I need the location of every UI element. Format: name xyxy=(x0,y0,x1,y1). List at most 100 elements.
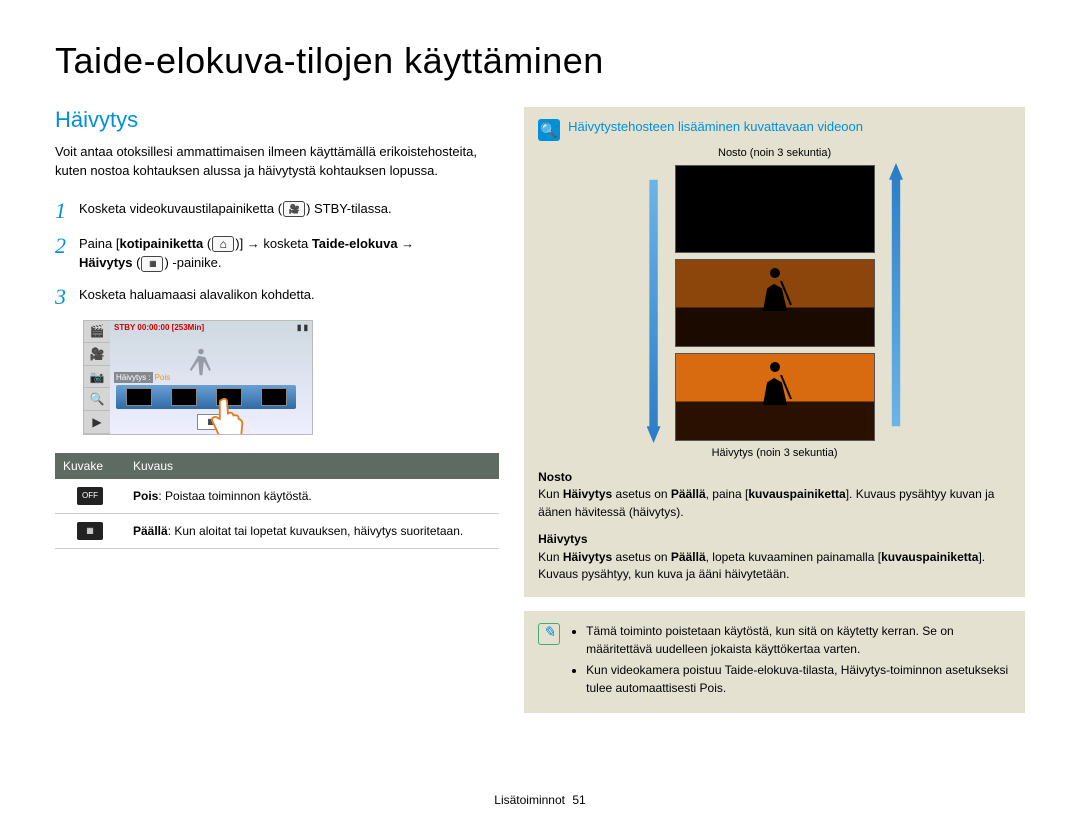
left-column: Häivytys Voit antaa otoksillesi ammattim… xyxy=(55,107,499,713)
option-thumb xyxy=(261,388,287,406)
step-text: Kosketa haluamaasi alavalikon kohdetta. xyxy=(79,285,499,305)
step-number: 1 xyxy=(55,199,79,222)
t: kuvauspainiketta xyxy=(748,487,845,501)
th-desc: Kuvaus xyxy=(125,453,499,479)
nosto-title: Nosto xyxy=(538,469,1011,486)
sidebar-play-icon: ▶ xyxy=(84,411,110,434)
options-table: Kuvake Kuvaus OFF Pois: Poistaa toiminno… xyxy=(55,453,499,549)
step-number: 2 xyxy=(55,234,79,257)
icon-off: OFF xyxy=(77,487,103,505)
lcd-top-bar: STBY 00:00:00 [253Min] ▮ ▮ xyxy=(114,323,308,332)
right-column: 🔍 Häivytystehosteen lisääminen kuvattava… xyxy=(524,107,1025,713)
t: asetus on xyxy=(612,550,671,564)
step-text: Paina [kotipainiketta ( )] → kosketa Taid… xyxy=(79,234,499,273)
note-box: ✎ Tämä toiminto poistetaan käytöstä, kun… xyxy=(524,611,1025,713)
sidebar-movie-icon: 🎥 xyxy=(84,343,110,366)
option-thumb xyxy=(126,388,152,406)
t: , paina [ xyxy=(706,487,749,501)
step-2: 2 Paina [kotipainiketta ( )] → kosketa Ta… xyxy=(55,234,499,273)
s2-koti: kotipainiketta xyxy=(119,236,203,251)
golfer-silhouette-icon xyxy=(755,361,795,407)
s2-p1: Paina [ xyxy=(79,236,119,251)
lcd-golfer-silhouette xyxy=(187,343,215,381)
s2-p3: ( xyxy=(203,236,211,251)
lcd-key: Häivytys : xyxy=(114,372,153,383)
t: , lopeta kuvaaminen painamalla [ xyxy=(706,550,881,564)
lcd-value: Pois xyxy=(153,373,171,382)
s2-taide: Taide-elokuva xyxy=(312,236,398,251)
frame-sequence xyxy=(538,163,1011,443)
t: Kun xyxy=(538,550,563,564)
s2-haivytys: Häivytys xyxy=(79,255,132,270)
step-text: Kosketa videokuvaustilapainiketta (🎥) ST… xyxy=(79,199,499,219)
row-rest: : Poistaa toiminnon käytöstä. xyxy=(158,489,311,503)
video-mode-icon: 🎥 xyxy=(283,201,305,217)
sidebar-zoom-icon: 🔍 xyxy=(84,388,110,411)
golfer-silhouette-icon xyxy=(755,267,795,313)
intro-paragraph: Voit antaa otoksillesi ammattimaisen ilm… xyxy=(55,143,499,181)
lcd-setting-label: Häivytys :Pois xyxy=(114,373,170,382)
section-heading: Häivytys xyxy=(55,107,499,133)
t: Kun xyxy=(538,487,563,501)
caption-top: Nosto (noin 3 sekuntia) xyxy=(538,147,1011,159)
step-1: 1 Kosketa videokuvaustilapainiketta (🎥) … xyxy=(55,199,499,222)
th-icon: Kuvake xyxy=(55,453,125,479)
row-rest: : Kun aloitat tai lopetat kuvauksen, häi… xyxy=(168,524,464,538)
haivytys-block: Häivytys Kun Häivytys asetus on Päällä, … xyxy=(538,531,1011,583)
steps-list: 1 Kosketa videokuvaustilapainiketta (🎥) … xyxy=(55,199,499,308)
home-icon xyxy=(212,236,234,252)
s2-l2m: ( xyxy=(132,255,140,270)
icon-on: ▦ xyxy=(77,522,103,540)
sidebar-photo-icon: 📷 xyxy=(84,366,110,389)
table-row: OFF Pois: Poistaa toiminnon käytöstä. xyxy=(55,479,499,514)
row-desc: Pois: Poistaa toiminnon käytöstä. xyxy=(125,479,499,514)
nosto-text: Kun Häivytys asetus on Päällä, paina [ku… xyxy=(538,486,1011,521)
t: Päällä xyxy=(671,487,706,501)
t: Häivytys xyxy=(563,487,612,501)
sidebar-video-icon: 🎬 xyxy=(84,321,110,344)
note-item: Tämä toiminto poistetaan käytöstä, kun s… xyxy=(586,623,1011,658)
lcd-sidebar: 🎬 🎥 📷 🔍 ▶ xyxy=(84,321,110,434)
step1-post: ) STBY-tilassa. xyxy=(306,201,392,216)
footer-section: Lisätoiminnot xyxy=(494,793,565,807)
page-footer: Lisätoiminnot 51 xyxy=(0,793,1080,807)
note-icon: ✎ xyxy=(538,623,560,645)
lcd-stby-label: STBY 00:00:00 [253Min] xyxy=(114,323,204,332)
s2-p6: → xyxy=(398,236,415,251)
option-thumb xyxy=(171,388,197,406)
haivytys-text: Kun Häivytys asetus on Päällä, lopeta ku… xyxy=(538,549,1011,584)
row-desc: Päällä: Kun aloitat tai lopetat kuvaukse… xyxy=(125,513,499,548)
note-list: Tämä toiminto poistetaan käytöstä, kun s… xyxy=(570,623,1011,701)
arrow-up xyxy=(885,163,907,443)
arrow-down xyxy=(643,163,665,443)
s2-l2e: ) -painike. xyxy=(164,255,221,270)
t: kuvauspainiketta xyxy=(881,550,978,564)
page-title: Taide-elokuva-tilojen käyttäminen xyxy=(55,40,1025,82)
haivytys-title: Häivytys xyxy=(538,531,1011,548)
table-row: ▦ Päällä: Kun aloitat tai lopetat kuvauk… xyxy=(55,513,499,548)
fader-grid-icon: ▦ xyxy=(141,256,163,272)
lcd-illustration: 🎬 🎥 📷 🔍 ▶ STBY 00:00:00 [253Min] ▮ ▮ xyxy=(83,320,313,435)
t: Häivytys xyxy=(563,550,612,564)
finger-pointer-icon xyxy=(209,398,245,435)
lcd-options-bar xyxy=(116,385,296,409)
note-item: Kun videokamera poistuu Taide-elokuva-ti… xyxy=(586,662,1011,697)
note-item-text: Kun videokamera poistuu Taide-elokuva-ti… xyxy=(586,663,1008,694)
lcd-top-right-icons: ▮ ▮ xyxy=(297,323,308,332)
step-3: 3 Kosketa haluamaasi alavalikon kohdetta… xyxy=(55,285,499,308)
footer-page-number: 51 xyxy=(572,793,585,807)
step1-pre: Kosketa videokuvaustilapainiketta ( xyxy=(79,201,282,216)
frame-sunset-bright xyxy=(675,353,875,441)
callout-box: 🔍 Häivytystehosteen lisääminen kuvattava… xyxy=(524,107,1025,597)
caption-bottom: Häivytys (noin 3 sekuntia) xyxy=(538,447,1011,459)
row-bold: Pois xyxy=(133,489,158,503)
t: Päällä xyxy=(671,550,706,564)
row-bold: Päällä xyxy=(133,524,168,538)
t: asetus on xyxy=(612,487,671,501)
step-number: 3 xyxy=(55,285,79,308)
callout-title: Häivytystehosteen lisääminen kuvattavaan… xyxy=(568,119,863,134)
magnifier-icon: 🔍 xyxy=(538,119,560,141)
frame-black xyxy=(675,165,875,253)
nosto-block: Nosto Kun Häivytys asetus on Päällä, pai… xyxy=(538,469,1011,521)
s2-p4: )] → kosketa xyxy=(235,236,312,251)
